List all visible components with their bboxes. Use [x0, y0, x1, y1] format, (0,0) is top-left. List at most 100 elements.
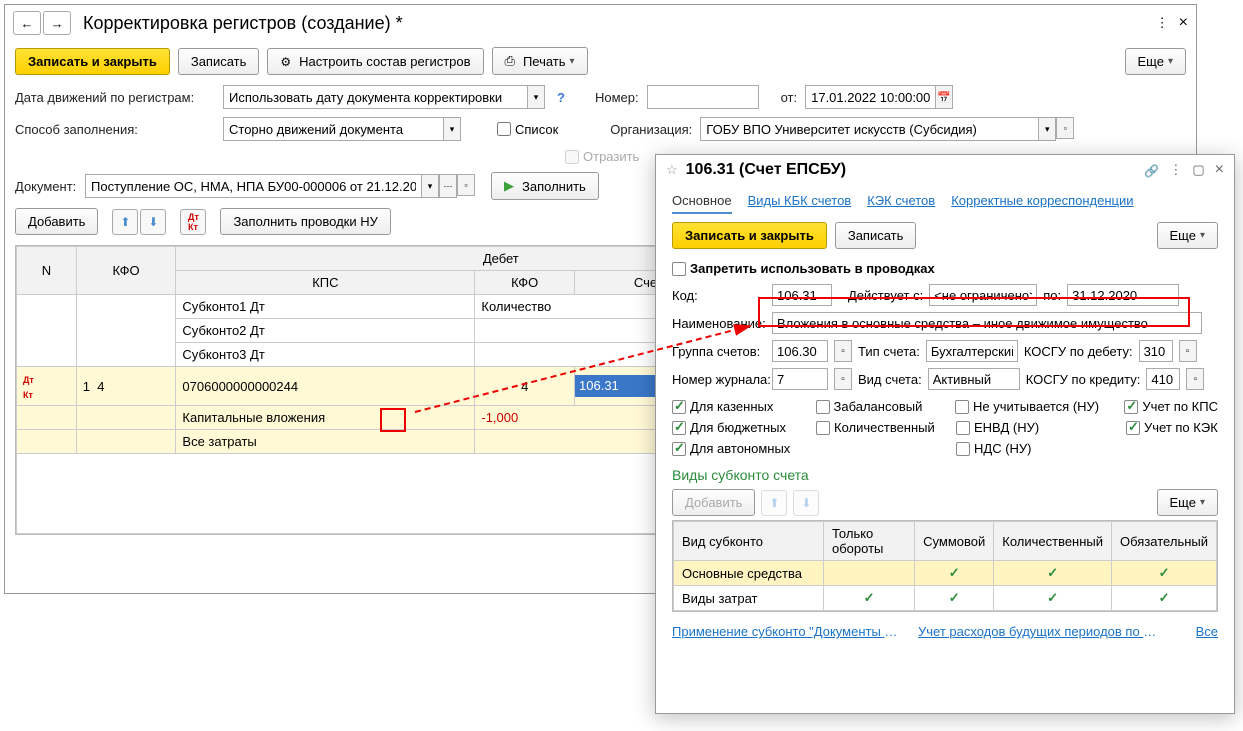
- window-title: Корректировка регистров (создание) *: [83, 13, 403, 34]
- save-close-button[interactable]: Записать и закрыть: [15, 48, 170, 75]
- open-icon[interactable]: [1186, 368, 1204, 390]
- type-input[interactable]: [926, 340, 1018, 362]
- more-button[interactable]: Еще: [1125, 48, 1186, 75]
- nav-back-button[interactable]: ←: [13, 11, 41, 35]
- org-combo[interactable]: ▾: [700, 117, 1074, 141]
- kosgu-d-input[interactable]: [1139, 340, 1173, 362]
- chevron-down-icon[interactable]: ▾: [443, 117, 461, 141]
- move-up-button[interactable]: [112, 209, 138, 235]
- sub-r1c1[interactable]: Основные средства: [674, 561, 824, 586]
- dk-button[interactable]: ДтКт: [180, 209, 206, 235]
- link-all[interactable]: Все: [1196, 624, 1218, 639]
- sub-r1c5[interactable]: ✓: [1112, 561, 1217, 586]
- tab-main[interactable]: Основное: [672, 189, 732, 214]
- chk-kazennyh[interactable]: Для казенных: [672, 399, 796, 414]
- ellipsis-icon[interactable]: ⋯: [439, 174, 457, 198]
- r3-d[interactable]: Все затраты: [176, 430, 475, 454]
- kind-input[interactable]: [928, 368, 1020, 390]
- help-icon[interactable]: ?: [557, 90, 565, 105]
- code-input[interactable]: [772, 284, 832, 306]
- journal-input[interactable]: [772, 368, 828, 390]
- print-button[interactable]: Печать: [492, 47, 588, 75]
- method-input[interactable]: [223, 117, 443, 141]
- chk-kolichestvennyj[interactable]: Количественный: [816, 420, 936, 435]
- sub-r2c5[interactable]: ✓: [1112, 586, 1217, 611]
- document-input[interactable]: [85, 174, 421, 198]
- sub-r2c2[interactable]: ✓: [824, 586, 915, 611]
- to-input[interactable]: [1067, 284, 1179, 306]
- chk-uchet-kek[interactable]: Учет по КЭК: [1126, 420, 1218, 435]
- r1-n[interactable]: 1 4: [76, 367, 176, 406]
- maximize-icon[interactable]: [1192, 162, 1204, 178]
- r1-kps-d[interactable]: 0706000000000244: [176, 367, 475, 406]
- r1-icon: ДтКт: [17, 367, 77, 406]
- tab-corr[interactable]: Корректные корреспонденции: [951, 189, 1133, 214]
- col-kps-d: КПС: [176, 271, 475, 295]
- org-label: Организация:: [610, 122, 692, 137]
- link-2[interactable]: Учет расходов будущих периодов по под...: [918, 624, 1158, 639]
- number-input[interactable]: [647, 85, 759, 109]
- date-movements-combo[interactable]: ▾: [223, 85, 545, 109]
- sub-add-button[interactable]: Добавить: [672, 489, 755, 516]
- chk-ne-uchityvaetsya[interactable]: Не учитывается (НУ): [955, 399, 1104, 414]
- move-down-button[interactable]: [140, 209, 166, 235]
- open-icon[interactable]: [834, 368, 852, 390]
- forbid-checkbox[interactable]: Запретить использовать в проводках: [672, 261, 935, 276]
- sub-r2c4[interactable]: ✓: [994, 586, 1112, 611]
- close-icon[interactable]: [1215, 161, 1224, 179]
- popup-more-button[interactable]: Еще: [1157, 222, 1218, 249]
- document-combo[interactable]: ▾ ⋯: [85, 174, 475, 198]
- configure-button[interactable]: Настроить состав регистров: [267, 48, 483, 75]
- open-icon[interactable]: [834, 340, 852, 362]
- chk-envd[interactable]: ЕНВД (НУ): [956, 420, 1106, 435]
- org-input[interactable]: [700, 117, 1038, 141]
- group-input[interactable]: [772, 340, 828, 362]
- chevron-down-icon[interactable]: ▾: [421, 174, 439, 198]
- from-date-input[interactable]: [805, 85, 935, 109]
- chk-nds[interactable]: НДС (НУ): [956, 441, 1106, 456]
- tab-kbk[interactable]: Виды КБК счетов: [748, 189, 852, 214]
- sub-r1c4[interactable]: ✓: [994, 561, 1112, 586]
- open-icon[interactable]: [1179, 340, 1197, 362]
- r2-d[interactable]: Капитальные вложения: [176, 406, 475, 430]
- kebab-icon[interactable]: [1156, 15, 1169, 31]
- from-date-field[interactable]: [805, 85, 953, 109]
- popup-save-close-button[interactable]: Записать и закрыть: [672, 222, 827, 249]
- sub-more-button[interactable]: Еще: [1157, 489, 1218, 516]
- h-sub2d: Субконто2 Дт: [176, 319, 475, 343]
- sub-r1c3[interactable]: ✓: [915, 561, 994, 586]
- link-icon[interactable]: [1144, 163, 1159, 178]
- kosgu-k-input[interactable]: [1146, 368, 1180, 390]
- chk-byudzhetnyh[interactable]: Для бюджетных: [672, 420, 796, 435]
- nav-forward-button[interactable]: →: [43, 11, 71, 35]
- valid-from-input[interactable]: [929, 284, 1037, 306]
- name-input[interactable]: [772, 312, 1202, 334]
- calendar-icon[interactable]: [935, 85, 953, 109]
- star-icon[interactable]: [666, 162, 678, 178]
- close-icon[interactable]: [1179, 14, 1188, 32]
- open-icon[interactable]: [1056, 117, 1074, 139]
- chk-uchet-kps[interactable]: Учет по КПС: [1124, 399, 1218, 414]
- fill-nu-button[interactable]: Заполнить проводки НУ: [220, 208, 390, 235]
- chevron-down-icon[interactable]: ▾: [527, 85, 545, 109]
- name-label: Наименование:: [672, 316, 766, 331]
- popup-save-button[interactable]: Записать: [835, 222, 917, 249]
- list-checkbox-input[interactable]: [497, 122, 511, 136]
- sub-r1c2[interactable]: [824, 561, 915, 586]
- fill-button[interactable]: Заполнить: [491, 172, 599, 200]
- tab-kek[interactable]: КЭК счетов: [867, 189, 935, 214]
- sub-r2c3[interactable]: ✓: [915, 586, 994, 611]
- link-1[interactable]: Применение субконто "Документы рас...: [672, 624, 902, 639]
- r1-kfo-d[interactable]: 4: [475, 367, 575, 406]
- kebab-icon[interactable]: [1169, 162, 1182, 178]
- date-movements-input[interactable]: [223, 85, 527, 109]
- list-checkbox[interactable]: Список: [497, 122, 558, 137]
- save-button[interactable]: Записать: [178, 48, 260, 75]
- method-combo[interactable]: ▾: [223, 117, 461, 141]
- open-icon[interactable]: [457, 174, 475, 196]
- add-button[interactable]: Добавить: [15, 208, 98, 235]
- chk-zabalansovyj[interactable]: Забалансовый: [816, 399, 936, 414]
- chk-avtonomnyh[interactable]: Для автономных: [672, 441, 796, 456]
- sub-r2c1[interactable]: Виды затрат: [674, 586, 824, 611]
- chevron-down-icon[interactable]: ▾: [1038, 117, 1056, 141]
